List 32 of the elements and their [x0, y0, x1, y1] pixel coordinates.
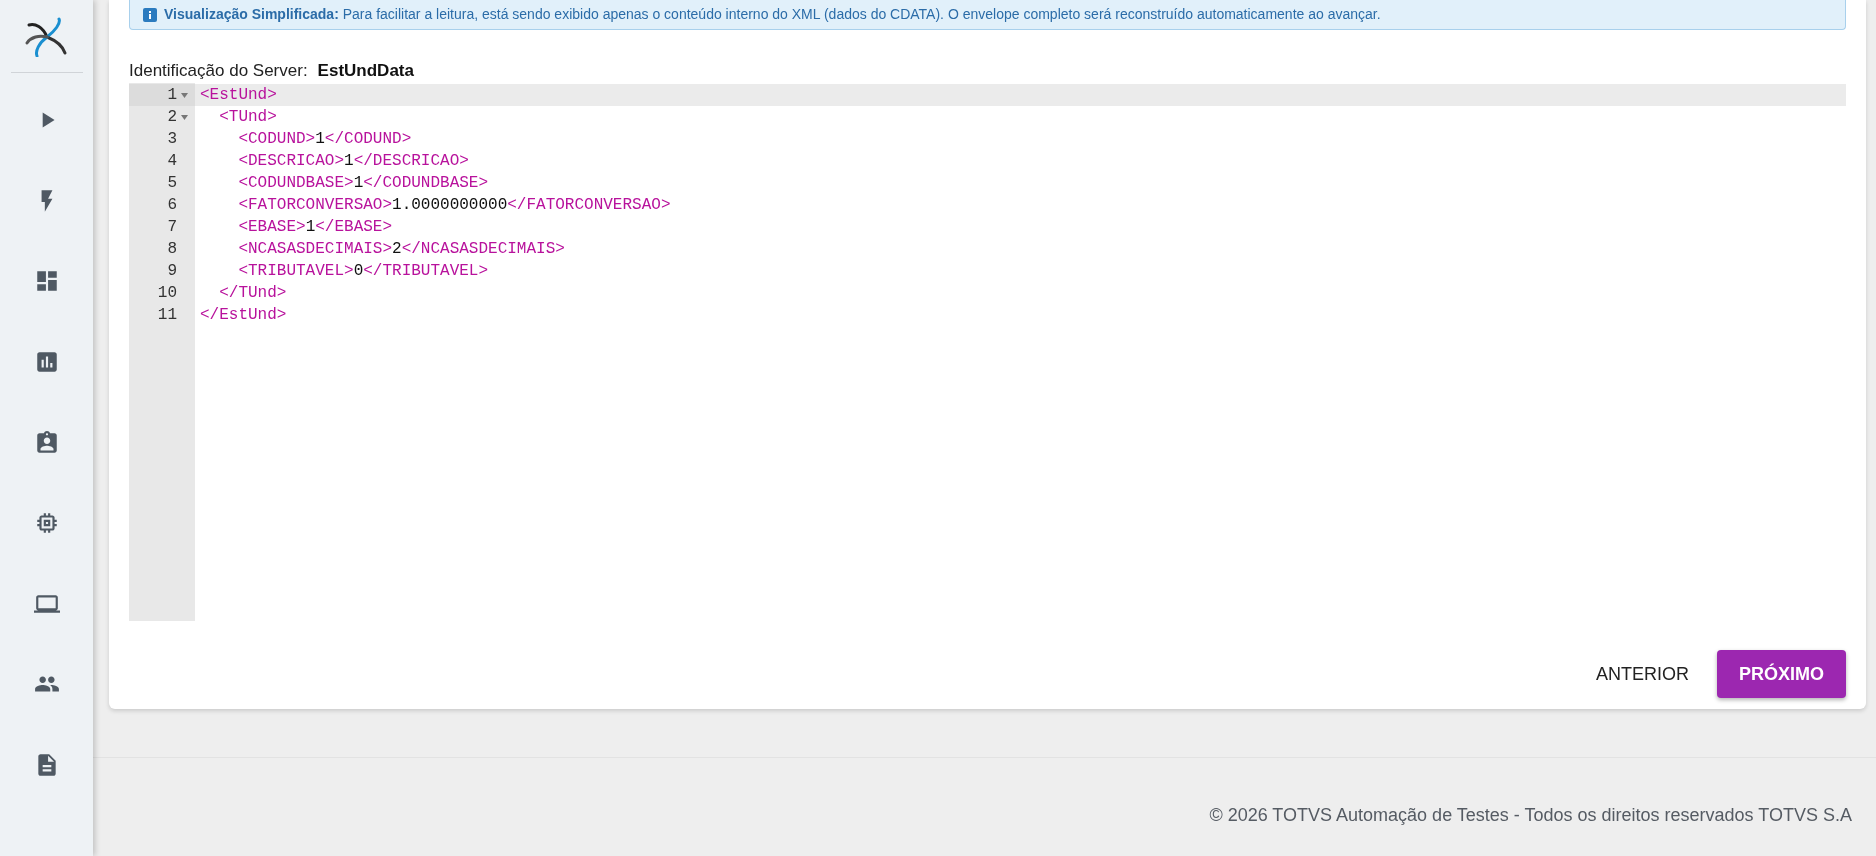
code-line: <NCASASDECIMAIS>2</NCASASDECIMAIS>: [237, 240, 565, 258]
next-button[interactable]: PRÓXIMO: [1717, 650, 1846, 698]
code-line: </TUnd>: [218, 284, 287, 302]
code-line: <EstUnd>: [200, 86, 277, 104]
info-message: Visualização Simplificada: Para facilitar a leitura, está sendo exibido apenas o conteúdo interno do XML (dados do CDATA). O envelope completo será reconstruído automaticamente ao avançar.: [164, 5, 1381, 24]
footer-text: © 2026 TOTVS Automação de Testes - Todos os direitos reservados TOTVS S.A: [1208, 804, 1853, 827]
line-number: 10: [157, 283, 177, 304]
code-line: <DESCRICAO>1</DESCRICAO>: [237, 152, 469, 170]
code-line: <CODUNDBASE>1</CODUNDBASE>: [237, 174, 489, 192]
logo-icon[interactable]: [24, 17, 69, 57]
previous-button[interactable]: ANTERIOR: [1587, 650, 1697, 698]
line-number: 9: [167, 261, 177, 282]
line-number: 8: [167, 239, 177, 260]
code-line: <FATORCONVERSAO>1.0000000000</FATORCONVERSAO>: [237, 196, 671, 214]
code-line: <TUnd>: [218, 108, 277, 126]
server-name: EstUndData: [317, 60, 414, 82]
line-number: 11: [157, 305, 177, 326]
fold-arrow-icon[interactable]: [180, 92, 188, 98]
line-number: 2: [167, 107, 177, 128]
fold-arrow-icon[interactable]: [180, 114, 188, 120]
server-label: Identificação do Server:: [129, 60, 308, 82]
code-line: <TRIBUTAVEL>0</TRIBUTAVEL>: [237, 262, 489, 280]
line-number: 6: [167, 195, 177, 216]
line-number: 3: [167, 129, 177, 150]
code-line: <CODUND>1</CODUND>: [237, 130, 412, 148]
line-number: 1: [167, 85, 177, 106]
code-line: <EBASE>1</EBASE>: [237, 218, 393, 236]
info-icon: [142, 6, 158, 23]
line-number: 7: [167, 217, 177, 238]
code-line: </EstUnd>: [200, 306, 287, 324]
line-number: 5: [167, 173, 177, 194]
line-number: 4: [167, 151, 177, 172]
